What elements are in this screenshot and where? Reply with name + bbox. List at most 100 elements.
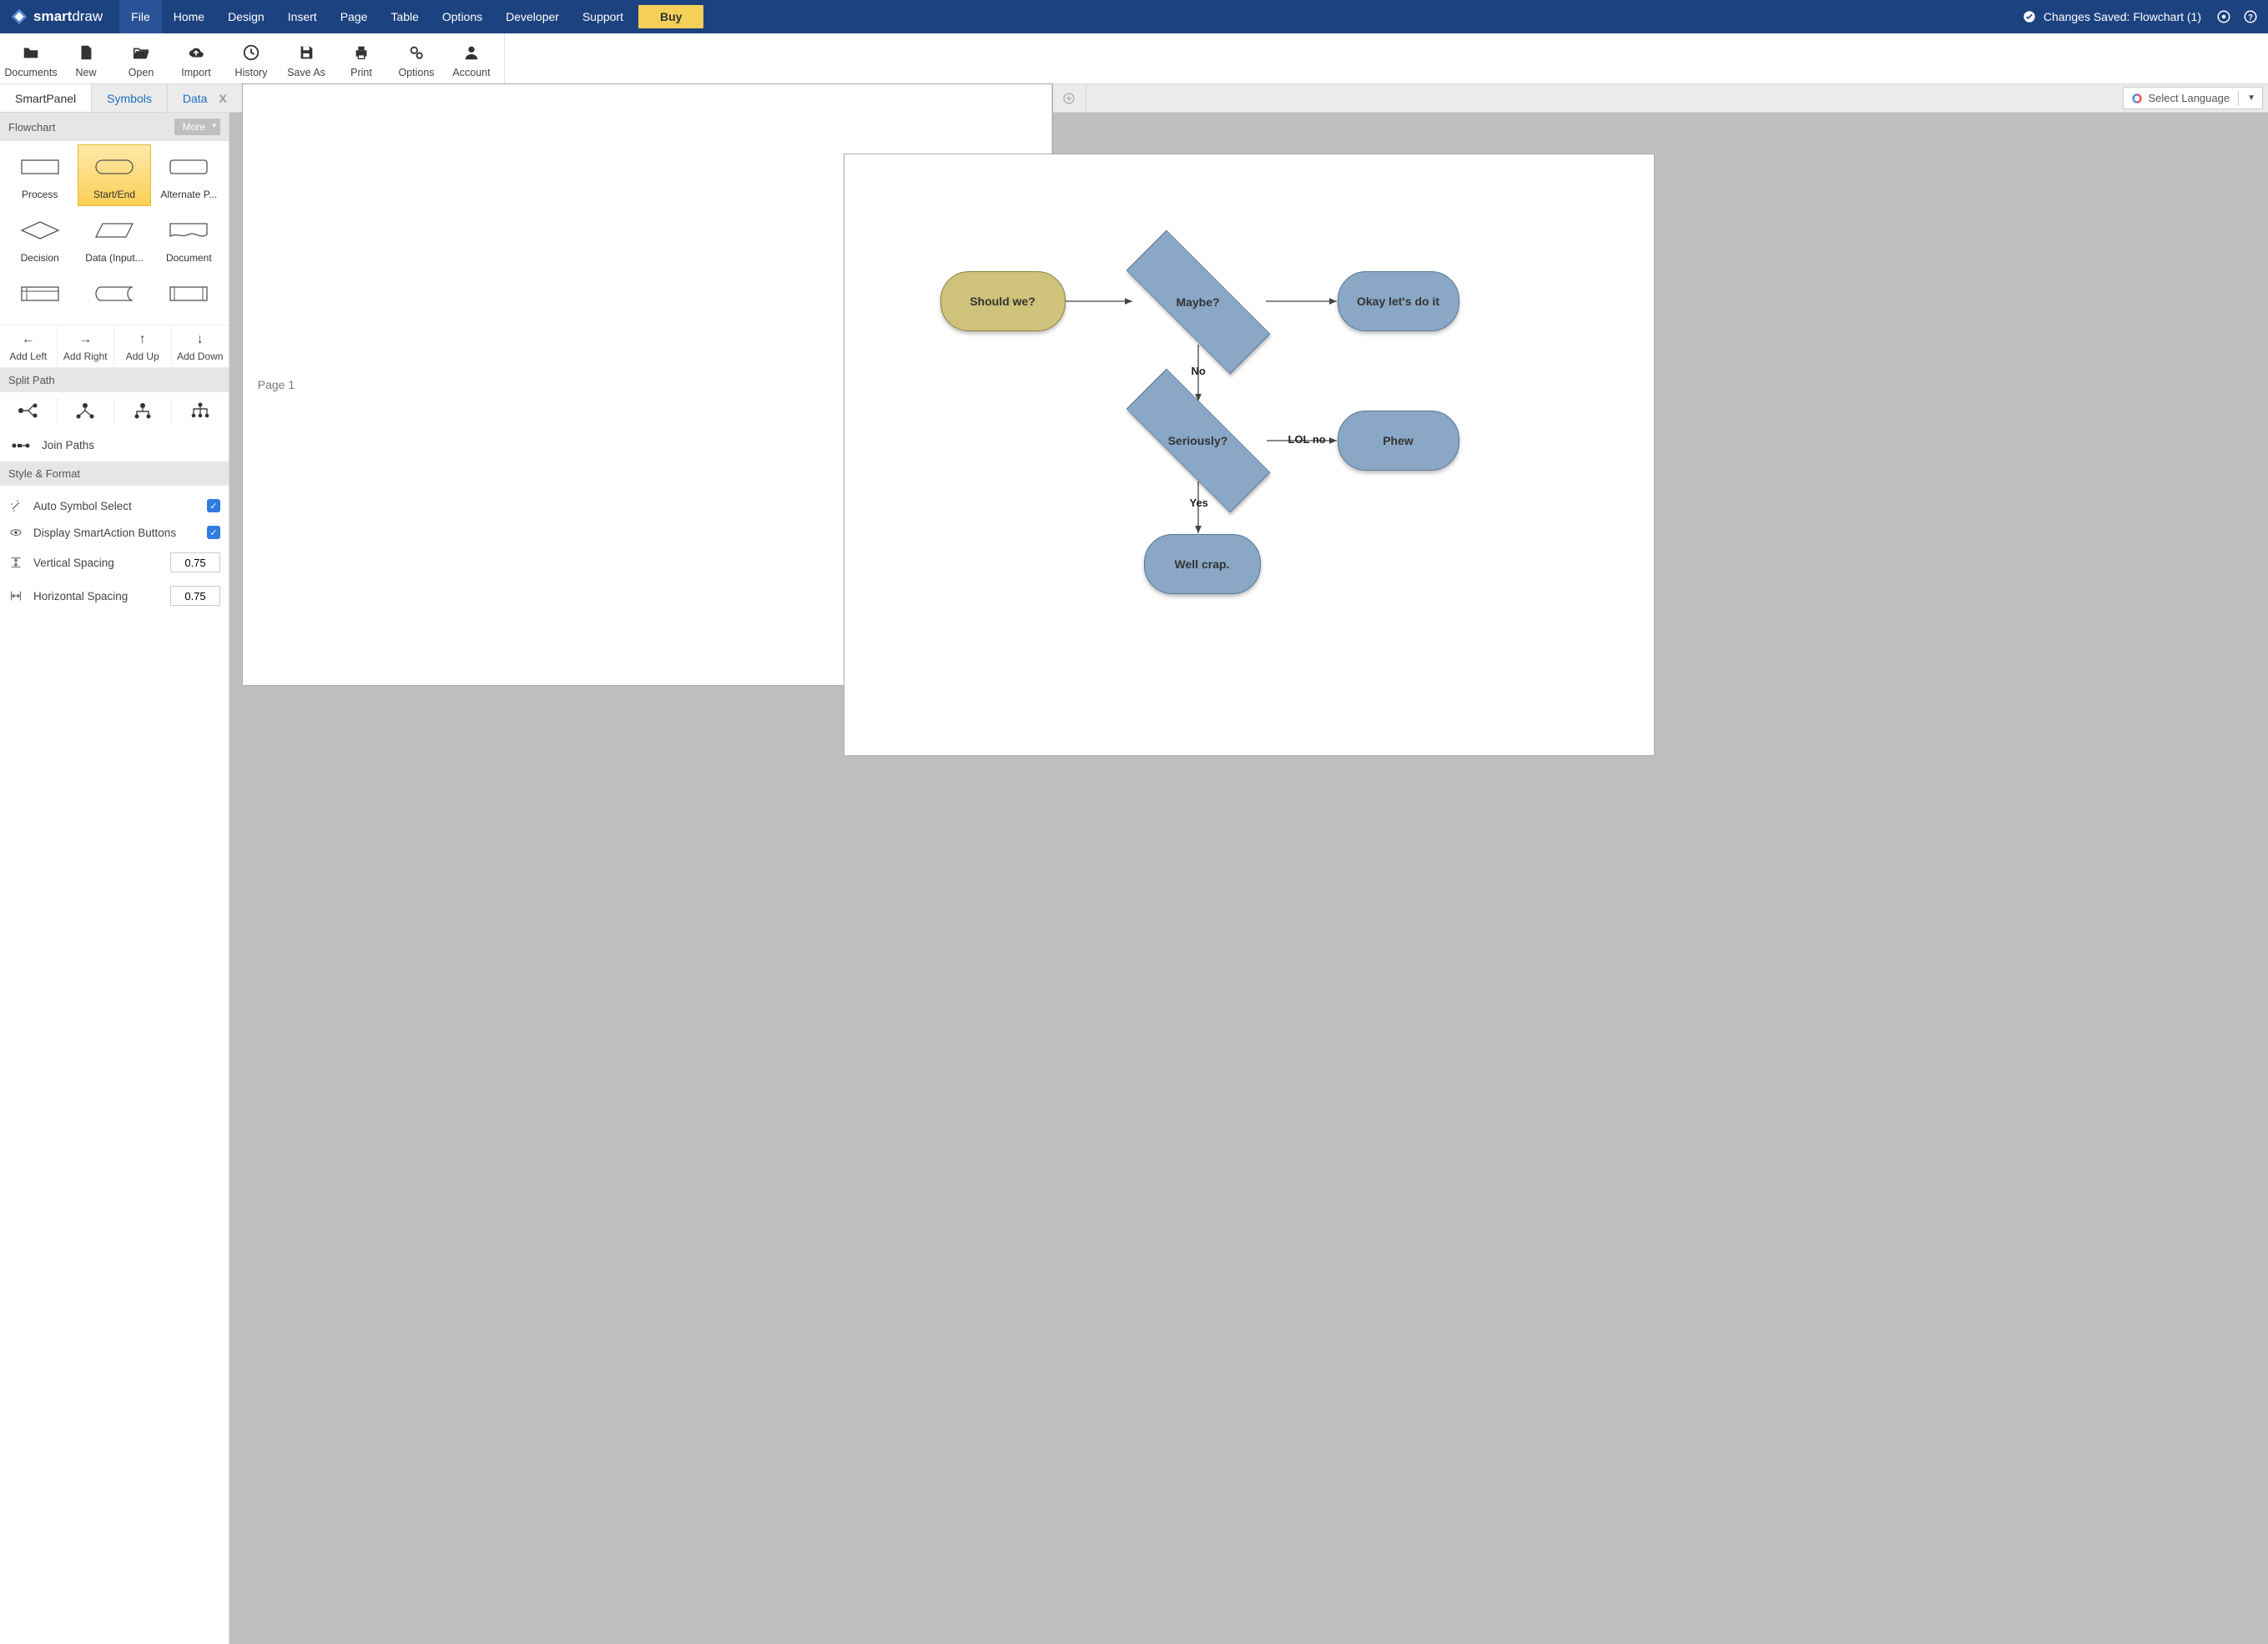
language-picker-label: Select Language [2149,92,2230,104]
auto-symbol-select-row[interactable]: Auto Symbol Select [8,492,220,519]
flow-node-process[interactable]: Okay let's do it [1338,271,1459,331]
open-folder-icon [132,43,150,62]
menu-insert[interactable]: Insert [276,0,329,33]
split-path-row [0,392,229,429]
shape-parallelogram[interactable]: Data (Input... [78,208,150,270]
shape-terminator[interactable]: Start/End [78,144,150,206]
horizontal-spacing-input[interactable] [170,586,220,606]
arrow-icon: ← [22,332,35,347]
edge-label: No [1192,365,1206,377]
add-left-button[interactable]: ←Add Left [0,325,58,367]
h-spacing-icon [8,589,23,603]
flow-node-decision[interactable]: Maybe? [1125,256,1272,348]
print-icon [352,43,370,62]
display-smartaction-row[interactable]: Display SmartAction Buttons [8,519,220,546]
close-icon[interactable]: X [219,92,226,105]
split-option-2[interactable] [58,397,115,424]
tool-import[interactable]: Import [169,40,224,78]
file-icon [77,43,95,62]
clock-icon [242,43,260,62]
save-status: Changes Saved: Flowchart (1) [2022,9,2201,24]
eye-icon [8,526,23,539]
shape-round-rect[interactable]: Alternate P... [153,144,225,206]
flow-node-start[interactable]: Should we? [940,271,1066,331]
flow-node-process[interactable]: Phew [1338,411,1459,471]
auto-symbol-checkbox[interactable] [207,499,220,512]
split-option-1[interactable] [0,397,58,424]
tool-print[interactable]: Print [334,40,389,78]
panel-tab-symbols[interactable]: Symbols [92,84,168,112]
shapes-section-header: Flowchart More [0,113,229,141]
page-canvas[interactable]: Should we? Maybe? Okay let's do it Seriousl… [844,154,1654,755]
folder-icon [22,43,40,62]
tool-history[interactable]: History [224,40,279,78]
shape-rect[interactable]: Process [3,144,76,206]
join-paths-icon [12,440,30,451]
arrow-icon: ↑ [139,332,146,347]
menu-support[interactable]: Support [571,0,635,33]
vertical-spacing-row: Vertical Spacing [8,546,220,579]
tool-options[interactable]: Options [389,40,444,78]
cloud-up-icon [187,43,205,62]
gears-icon [407,43,426,62]
tool-account[interactable]: Account [444,40,499,78]
vertical-spacing-input[interactable] [170,552,220,572]
tool-save-as[interactable]: Save As [279,40,334,78]
join-paths-button[interactable]: Join Paths [0,429,229,461]
shape-stored-data[interactable] [78,271,150,321]
arrow-icon: ↓ [197,332,204,347]
panel-tab-data[interactable]: DataX [168,84,243,112]
menu-table[interactable]: Table [379,0,430,33]
shapes-more-button[interactable]: More [174,119,220,135]
edge-label: Yes [1190,497,1208,509]
save-status-text: Changes Saved: Flowchart (1) [2044,10,2201,23]
menu-page[interactable]: Page [329,0,380,33]
app-logo: smartdraw [10,8,103,26]
feedback-icon[interactable] [2216,9,2231,24]
tool-new[interactable]: New [58,40,113,78]
display-smartaction-checkbox[interactable] [207,526,220,539]
add-page-button[interactable] [1052,84,1086,112]
edge-label: LOL no [1288,433,1326,446]
split-path-header: Split Path [0,368,229,392]
smartpanel-label: SmartPanel [0,84,92,112]
add-up-button[interactable]: ↑Add Up [114,325,172,367]
tool-documents[interactable]: Documents [3,40,58,78]
flow-node-decision[interactable]: Seriously? [1125,395,1272,487]
add-down-button[interactable]: ↓Add Down [172,325,229,367]
horizontal-spacing-row: Horizontal Spacing [8,579,220,613]
toolbar: DocumentsNewOpenImportHistorySave AsPrin… [0,33,2268,84]
split-option-4[interactable] [172,397,229,424]
language-picker[interactable]: Select Language ▼ [2123,87,2264,109]
buy-button[interactable]: Buy [638,5,703,28]
shape-predefined[interactable] [153,271,225,321]
add-right-button[interactable]: →Add Right [58,325,115,367]
check-circle-icon [2022,9,2037,24]
user-icon [462,43,481,62]
tab-row: SmartPanel SymbolsDataX Page 1 Select La… [0,84,2268,113]
help-icon[interactable]: ? [2243,9,2258,24]
shape-document[interactable]: Document [153,208,225,270]
menu-home[interactable]: Home [162,0,216,33]
menu-file[interactable]: File [119,0,162,33]
google-icon [2130,92,2144,105]
magic-icon [8,499,23,512]
brand-left: smart [33,8,72,24]
menu-developer[interactable]: Developer [494,0,571,33]
split-option-3[interactable] [114,397,172,424]
menubar: smartdraw FileHomeDesignInsertPageTableO… [0,0,2268,33]
menu-design[interactable]: Design [216,0,276,33]
logo-icon [10,8,28,26]
style-format-header: Style & Format [0,461,229,486]
shape-diamond[interactable]: Decision [3,208,76,270]
smartpanel-sidebar: Flowchart More ProcessStart/EndAlternate… [0,113,229,1644]
flow-node-process[interactable]: Well crap. [1144,534,1261,594]
tool-open[interactable]: Open [113,40,169,78]
shape-internal-storage[interactable] [3,271,76,321]
v-spacing-icon [8,556,23,569]
svg-text:?: ? [2248,13,2253,23]
menu-options[interactable]: Options [431,0,494,33]
arrow-icon: → [78,332,92,347]
brand-right: draw [72,8,103,24]
save-icon [297,43,315,62]
